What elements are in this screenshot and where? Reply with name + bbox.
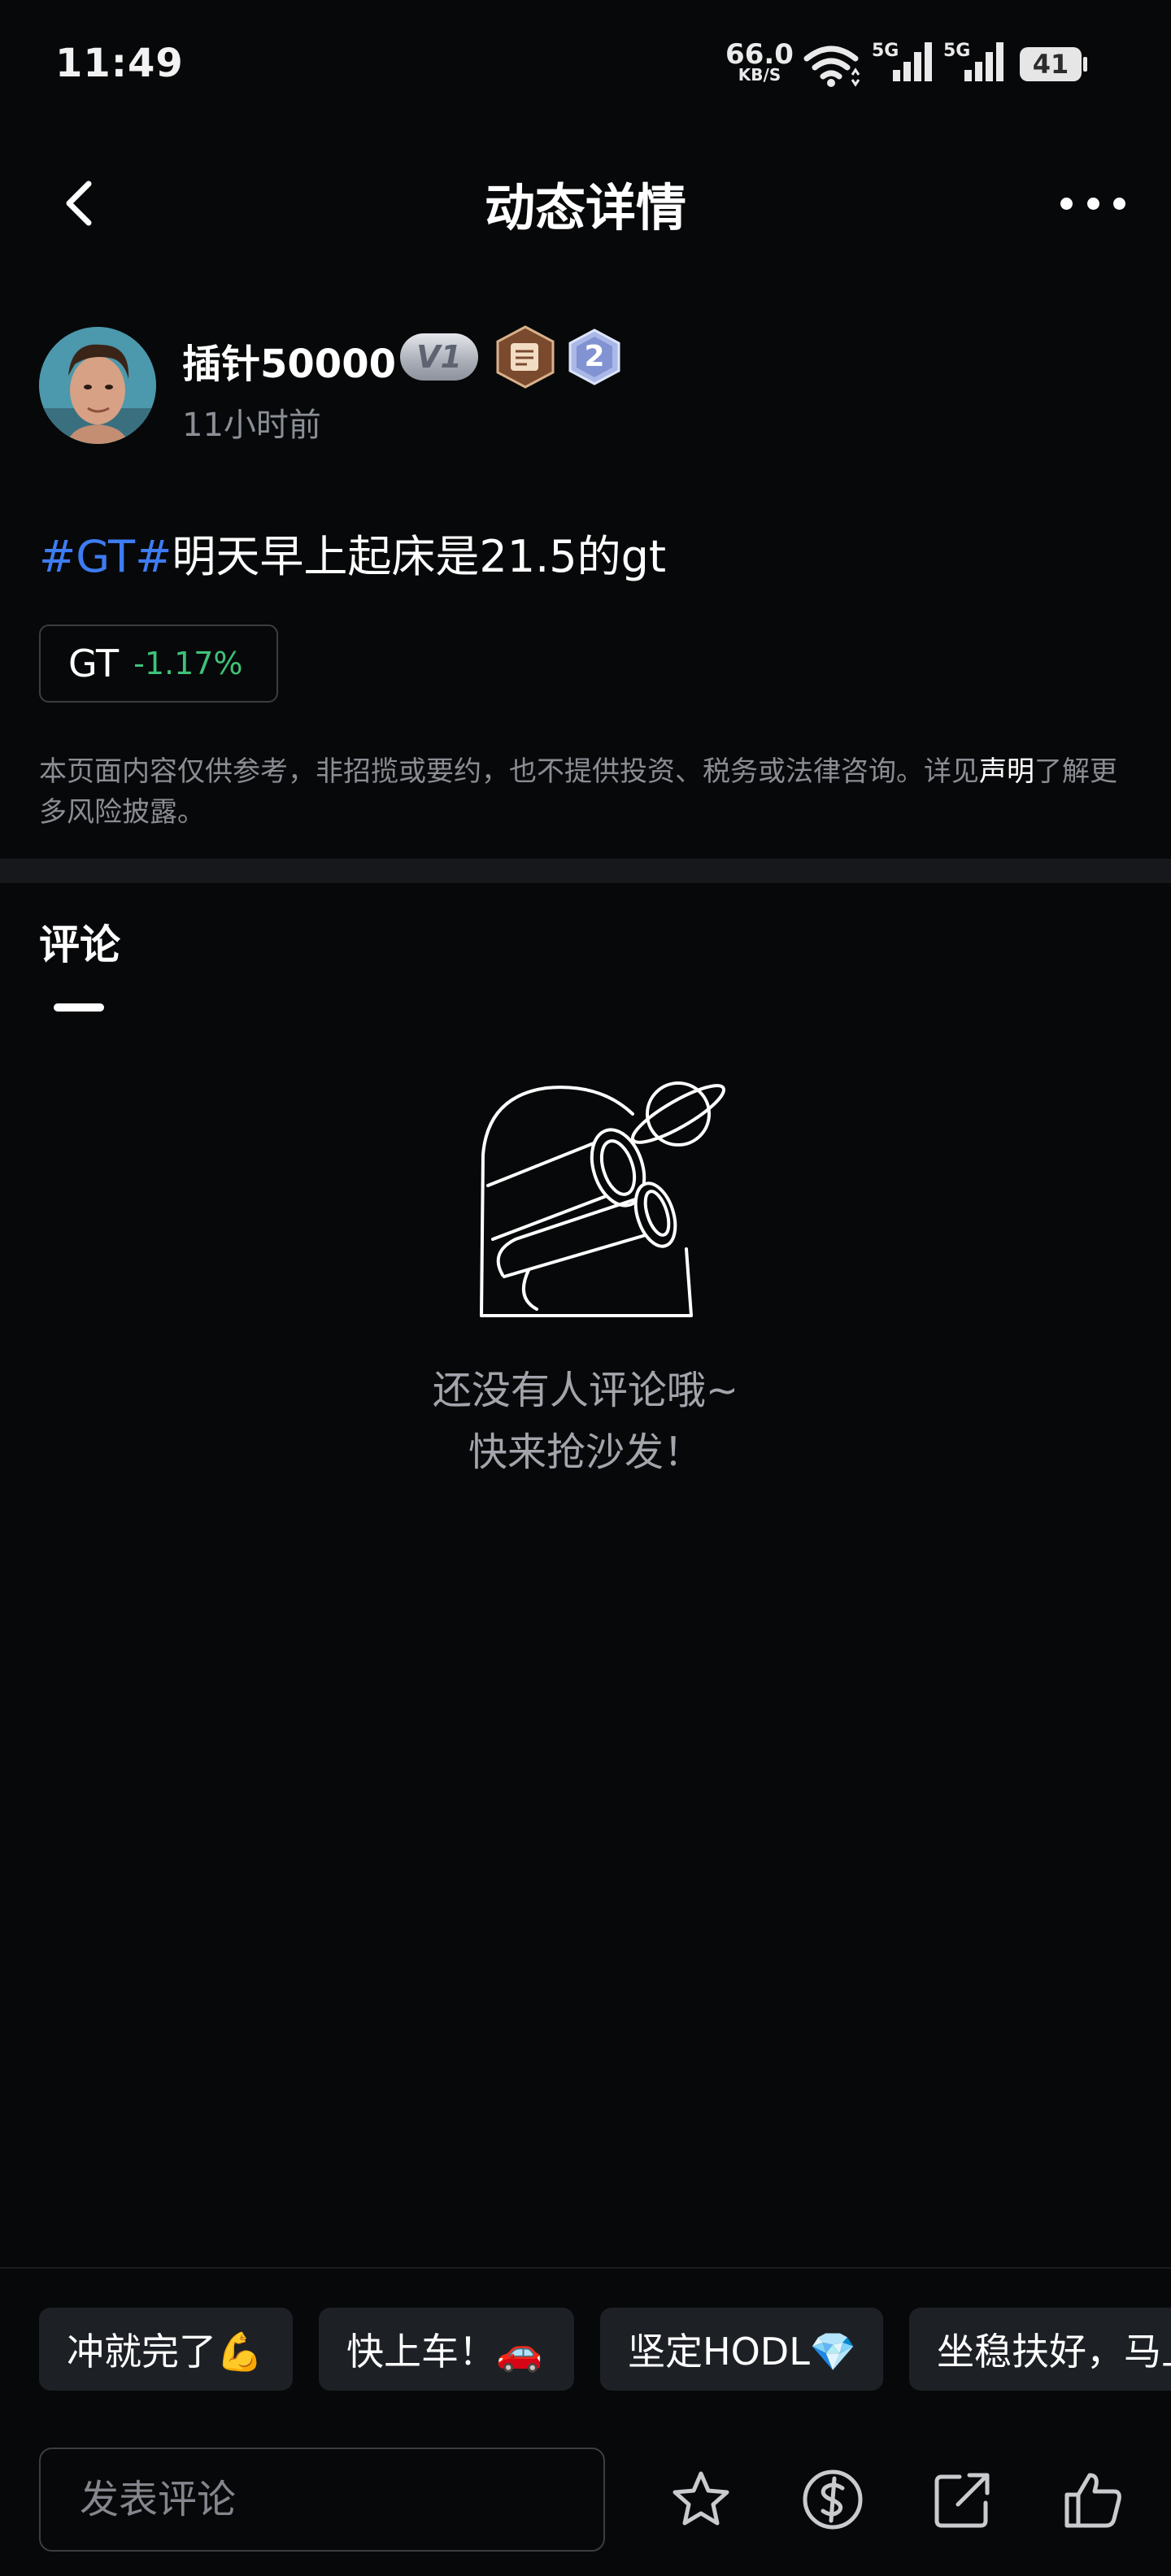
ticker-chip[interactable]: GT -1.17%: [39, 624, 278, 703]
tab-active-indicator: [54, 1003, 104, 1012]
post-text: 明天早上起床是21.5的gt: [172, 531, 667, 582]
post-hashtag[interactable]: #GT#: [39, 531, 172, 582]
status-time: 11:49: [55, 41, 184, 86]
comment-input[interactable]: [39, 2448, 605, 2552]
battery-icon: 41: [1018, 46, 1088, 83]
level-badge: 2: [568, 329, 621, 385]
network-speed: 66.0 KB/S: [725, 41, 794, 83]
avatar-image: [39, 327, 156, 444]
post-content: #GT#明天早上起床是21.5的gt: [39, 520, 666, 585]
tab-comments[interactable]: 评论: [39, 912, 120, 971]
disclaimer-link[interactable]: 声明: [979, 755, 1034, 788]
dot-icon: [1113, 197, 1125, 210]
battery-level: 41: [1032, 49, 1069, 80]
bottom-divider: [0, 2267, 1171, 2269]
dot-icon: [1086, 197, 1099, 210]
quick-reply-chip[interactable]: 快上车！🚗: [319, 2308, 574, 2391]
more-options-button[interactable]: [1060, 187, 1125, 220]
post-timestamp: 11小时前: [182, 407, 321, 444]
network-speed-value: 66.0: [725, 38, 794, 71]
quick-reply-chip[interactable]: 坐稳扶好，马上: [909, 2308, 1171, 2391]
star-icon: [673, 2471, 729, 2526]
like-icon: [1064, 2473, 1121, 2528]
share-button[interactable]: [927, 2464, 999, 2535]
disclaimer: 本页面内容仅供参考，非招揽或要约，也不提供投资、税务或法律咨询。详见声明了解更多…: [39, 751, 1134, 833]
ticker-change: -1.17%: [133, 646, 243, 681]
cellular-signal-2-icon: 5G: [943, 41, 1005, 88]
quick-reply-chip[interactable]: 坚定HODL💎: [600, 2308, 883, 2391]
share-icon: [934, 2473, 990, 2528]
author-avatar[interactable]: [39, 327, 156, 444]
binoculars-empty-state-icon: [480, 1081, 725, 1317]
quick-reply-chip[interactable]: 冲就完了💪: [39, 2308, 293, 2391]
empty-message-line-2: 快来抢沙发！: [468, 1429, 703, 1475]
wifi-icon: [803, 46, 860, 87]
ticker-symbol: GT: [68, 642, 120, 685]
cellular-signal-1-icon: 5G: [872, 41, 934, 88]
author-name[interactable]: 插针50000: [182, 332, 396, 389]
section-divider: [0, 859, 1171, 883]
dot-icon: [1060, 197, 1073, 210]
tip-button[interactable]: [797, 2464, 868, 2535]
favorite-button[interactable]: [665, 2464, 737, 2535]
empty-comments-message: 还没有人评论哦~ 快来抢沙发！: [0, 1360, 1171, 1483]
page-title: 动态详情: [484, 178, 686, 237]
empty-message-line-1: 还没有人评论哦~: [432, 1368, 739, 1413]
vip-level-badge: V1: [400, 333, 478, 381]
disclaimer-text: 本页面内容仅供参考，非招揽或要约，也不提供投资、税务或法律咨询。详见: [39, 755, 979, 788]
scroll-medal-icon: [496, 325, 555, 389]
like-button[interactable]: [1057, 2464, 1129, 2535]
level-number: 2: [584, 340, 605, 373]
tip-coin-icon: [803, 2469, 863, 2530]
